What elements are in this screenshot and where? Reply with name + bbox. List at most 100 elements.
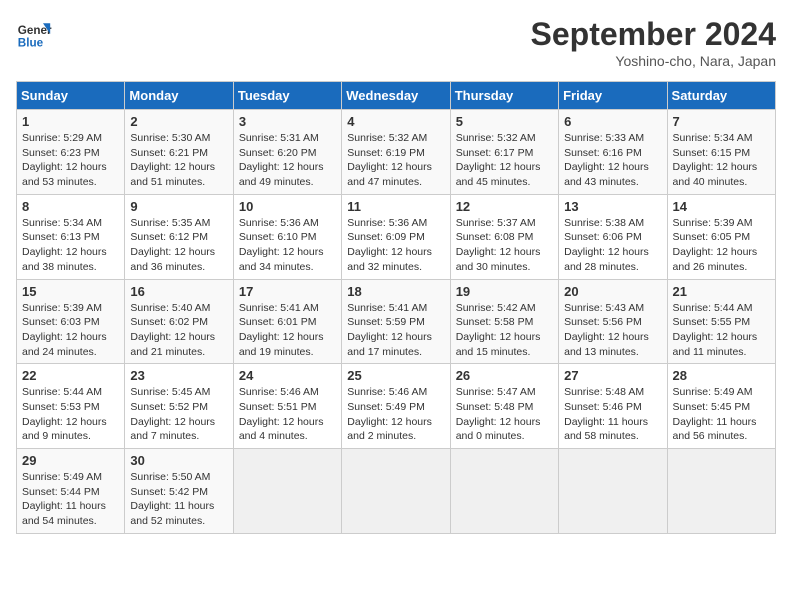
weekday-header-row: SundayMondayTuesdayWednesdayThursdayFrid… [17, 82, 776, 110]
calendar-cell: 18 Sunrise: 5:41 AMSunset: 5:59 PMDaylig… [342, 279, 450, 364]
calendar-cell: 29 Sunrise: 5:49 AMSunset: 5:44 PMDaylig… [17, 449, 125, 534]
calendar-cell: 25 Sunrise: 5:46 AMSunset: 5:49 PMDaylig… [342, 364, 450, 449]
day-number: 29 [22, 453, 119, 468]
page-header: General Blue September 2024 Yoshino-cho,… [16, 16, 776, 69]
calendar-week-row: 8 Sunrise: 5:34 AMSunset: 6:13 PMDayligh… [17, 194, 776, 279]
calendar-cell: 5 Sunrise: 5:32 AMSunset: 6:17 PMDayligh… [450, 110, 558, 195]
day-number: 12 [456, 199, 553, 214]
day-number: 20 [564, 284, 661, 299]
calendar-cell [342, 449, 450, 534]
day-number: 25 [347, 368, 444, 383]
day-number: 30 [130, 453, 227, 468]
calendar-cell: 26 Sunrise: 5:47 AMSunset: 5:48 PMDaylig… [450, 364, 558, 449]
day-info: Sunrise: 5:33 AMSunset: 6:16 PMDaylight:… [564, 131, 661, 190]
day-info: Sunrise: 5:30 AMSunset: 6:21 PMDaylight:… [130, 131, 227, 190]
day-info: Sunrise: 5:46 AMSunset: 5:51 PMDaylight:… [239, 385, 336, 444]
day-info: Sunrise: 5:44 AMSunset: 5:55 PMDaylight:… [673, 301, 770, 360]
calendar-cell: 15 Sunrise: 5:39 AMSunset: 6:03 PMDaylig… [17, 279, 125, 364]
calendar-cell [667, 449, 775, 534]
day-number: 26 [456, 368, 553, 383]
day-info: Sunrise: 5:39 AMSunset: 6:03 PMDaylight:… [22, 301, 119, 360]
day-number: 6 [564, 114, 661, 129]
day-number: 24 [239, 368, 336, 383]
day-info: Sunrise: 5:50 AMSunset: 5:42 PMDaylight:… [130, 470, 227, 529]
weekday-header: Monday [125, 82, 233, 110]
calendar-week-row: 15 Sunrise: 5:39 AMSunset: 6:03 PMDaylig… [17, 279, 776, 364]
day-info: Sunrise: 5:41 AMSunset: 6:01 PMDaylight:… [239, 301, 336, 360]
svg-text:Blue: Blue [18, 37, 44, 50]
day-number: 19 [456, 284, 553, 299]
calendar-cell: 2 Sunrise: 5:30 AMSunset: 6:21 PMDayligh… [125, 110, 233, 195]
calendar-cell: 6 Sunrise: 5:33 AMSunset: 6:16 PMDayligh… [559, 110, 667, 195]
day-info: Sunrise: 5:46 AMSunset: 5:49 PMDaylight:… [347, 385, 444, 444]
location: Yoshino-cho, Nara, Japan [531, 53, 776, 69]
weekday-header: Tuesday [233, 82, 341, 110]
day-info: Sunrise: 5:43 AMSunset: 5:56 PMDaylight:… [564, 301, 661, 360]
day-number: 14 [673, 199, 770, 214]
calendar-cell: 27 Sunrise: 5:48 AMSunset: 5:46 PMDaylig… [559, 364, 667, 449]
day-info: Sunrise: 5:44 AMSunset: 5:53 PMDaylight:… [22, 385, 119, 444]
weekday-header: Sunday [17, 82, 125, 110]
calendar-week-row: 29 Sunrise: 5:49 AMSunset: 5:44 PMDaylig… [17, 449, 776, 534]
day-number: 7 [673, 114, 770, 129]
calendar-cell: 10 Sunrise: 5:36 AMSunset: 6:10 PMDaylig… [233, 194, 341, 279]
day-number: 1 [22, 114, 119, 129]
calendar-cell: 7 Sunrise: 5:34 AMSunset: 6:15 PMDayligh… [667, 110, 775, 195]
logo-icon: General Blue [16, 16, 52, 52]
day-info: Sunrise: 5:38 AMSunset: 6:06 PMDaylight:… [564, 216, 661, 275]
day-info: Sunrise: 5:39 AMSunset: 6:05 PMDaylight:… [673, 216, 770, 275]
calendar-cell: 8 Sunrise: 5:34 AMSunset: 6:13 PMDayligh… [17, 194, 125, 279]
day-info: Sunrise: 5:49 AMSunset: 5:45 PMDaylight:… [673, 385, 770, 444]
day-info: Sunrise: 5:48 AMSunset: 5:46 PMDaylight:… [564, 385, 661, 444]
calendar-cell [450, 449, 558, 534]
day-number: 3 [239, 114, 336, 129]
day-info: Sunrise: 5:34 AMSunset: 6:13 PMDaylight:… [22, 216, 119, 275]
day-info: Sunrise: 5:41 AMSunset: 5:59 PMDaylight:… [347, 301, 444, 360]
day-number: 18 [347, 284, 444, 299]
day-info: Sunrise: 5:40 AMSunset: 6:02 PMDaylight:… [130, 301, 227, 360]
calendar-cell: 3 Sunrise: 5:31 AMSunset: 6:20 PMDayligh… [233, 110, 341, 195]
weekday-header: Wednesday [342, 82, 450, 110]
day-number: 5 [456, 114, 553, 129]
calendar-cell: 24 Sunrise: 5:46 AMSunset: 5:51 PMDaylig… [233, 364, 341, 449]
day-info: Sunrise: 5:36 AMSunset: 6:10 PMDaylight:… [239, 216, 336, 275]
calendar-table: SundayMondayTuesdayWednesdayThursdayFrid… [16, 81, 776, 534]
day-number: 28 [673, 368, 770, 383]
day-number: 27 [564, 368, 661, 383]
day-number: 23 [130, 368, 227, 383]
day-info: Sunrise: 5:49 AMSunset: 5:44 PMDaylight:… [22, 470, 119, 529]
calendar-cell [559, 449, 667, 534]
title-block: September 2024 Yoshino-cho, Nara, Japan [531, 16, 776, 69]
day-info: Sunrise: 5:34 AMSunset: 6:15 PMDaylight:… [673, 131, 770, 190]
calendar-cell: 16 Sunrise: 5:40 AMSunset: 6:02 PMDaylig… [125, 279, 233, 364]
logo: General Blue [16, 16, 52, 52]
day-number: 4 [347, 114, 444, 129]
calendar-cell: 20 Sunrise: 5:43 AMSunset: 5:56 PMDaylig… [559, 279, 667, 364]
calendar-cell: 4 Sunrise: 5:32 AMSunset: 6:19 PMDayligh… [342, 110, 450, 195]
calendar-cell: 28 Sunrise: 5:49 AMSunset: 5:45 PMDaylig… [667, 364, 775, 449]
day-info: Sunrise: 5:35 AMSunset: 6:12 PMDaylight:… [130, 216, 227, 275]
day-info: Sunrise: 5:31 AMSunset: 6:20 PMDaylight:… [239, 131, 336, 190]
day-number: 11 [347, 199, 444, 214]
weekday-header: Thursday [450, 82, 558, 110]
day-number: 9 [130, 199, 227, 214]
calendar-cell: 13 Sunrise: 5:38 AMSunset: 6:06 PMDaylig… [559, 194, 667, 279]
day-number: 10 [239, 199, 336, 214]
calendar-cell: 1 Sunrise: 5:29 AMSunset: 6:23 PMDayligh… [17, 110, 125, 195]
day-info: Sunrise: 5:29 AMSunset: 6:23 PMDaylight:… [22, 131, 119, 190]
calendar-cell: 19 Sunrise: 5:42 AMSunset: 5:58 PMDaylig… [450, 279, 558, 364]
calendar-cell: 23 Sunrise: 5:45 AMSunset: 5:52 PMDaylig… [125, 364, 233, 449]
calendar-week-row: 22 Sunrise: 5:44 AMSunset: 5:53 PMDaylig… [17, 364, 776, 449]
month-year: September 2024 [531, 16, 776, 53]
day-number: 22 [22, 368, 119, 383]
day-number: 2 [130, 114, 227, 129]
day-number: 13 [564, 199, 661, 214]
calendar-cell: 30 Sunrise: 5:50 AMSunset: 5:42 PMDaylig… [125, 449, 233, 534]
calendar-cell [233, 449, 341, 534]
calendar-cell: 17 Sunrise: 5:41 AMSunset: 6:01 PMDaylig… [233, 279, 341, 364]
day-info: Sunrise: 5:32 AMSunset: 6:17 PMDaylight:… [456, 131, 553, 190]
day-info: Sunrise: 5:45 AMSunset: 5:52 PMDaylight:… [130, 385, 227, 444]
day-info: Sunrise: 5:37 AMSunset: 6:08 PMDaylight:… [456, 216, 553, 275]
calendar-cell: 21 Sunrise: 5:44 AMSunset: 5:55 PMDaylig… [667, 279, 775, 364]
calendar-cell: 14 Sunrise: 5:39 AMSunset: 6:05 PMDaylig… [667, 194, 775, 279]
